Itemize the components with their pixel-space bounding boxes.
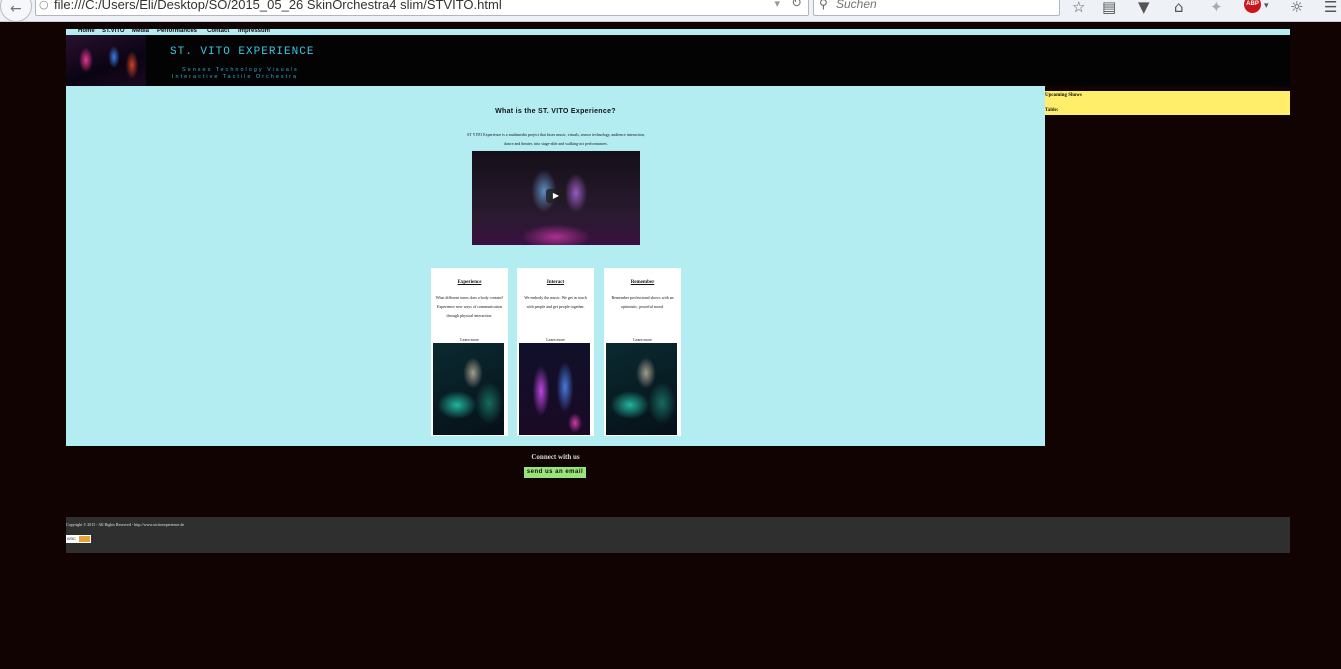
site-header: ST. VITO EXPERIENCE Senses Technology Vi… xyxy=(66,35,1290,86)
w3c-badge[interactable]: W3C xyxy=(66,535,91,543)
copyright-text: Copyright © 2015 - All Rights Reserved -… xyxy=(66,522,185,527)
site-footer: Copyright © 2015 - All Rights Reserved -… xyxy=(66,517,1290,553)
card-remember: Remember Remember professional shows wit… xyxy=(604,268,681,436)
w3c-badge-text: W3C xyxy=(67,536,76,541)
upcoming-shows-panel: Upcoming Shows Table: xyxy=(1045,91,1290,115)
page-heading: What is the ST. VITO Experience? xyxy=(495,108,616,115)
address-bar[interactable]: ○ file:///C:/Users/Eli/Desktop/SO/2015_0… xyxy=(35,0,809,16)
play-icon[interactable]: ▶ xyxy=(546,189,566,203)
learn-more-link[interactable]: Learn more xyxy=(517,337,594,342)
upcoming-shows-heading: Upcoming Shows xyxy=(1045,93,1082,98)
site-title: ST. VITO EXPERIENCE xyxy=(170,46,315,58)
nav-contact[interactable]: Contact xyxy=(207,28,229,34)
browser-toolbar: ← ○ file:///C:/Users/Eli/Desktop/SO/2015… xyxy=(0,0,1341,22)
connect-heading: Connect with us xyxy=(531,453,580,461)
pocket-icon[interactable]: ▼ xyxy=(1138,0,1150,16)
table-label: Table: xyxy=(1045,108,1059,113)
tagline-line-1: Senses Technology Visuals xyxy=(182,67,299,73)
home-icon[interactable]: ⌂ xyxy=(1174,0,1184,16)
card-interact: Interact We embody the music. We get in … xyxy=(517,268,594,436)
nav-impressum[interactable]: Impressum xyxy=(238,28,270,34)
search-bar[interactable]: ⚲ xyxy=(813,0,1060,16)
tagline-line-2: Interactive Tactile Orchestra xyxy=(172,74,299,80)
nav-st-vito[interactable]: ST.VITO xyxy=(102,28,125,34)
intro-text: ST VITO Experience is a multimedia proje… xyxy=(467,132,645,146)
dropdown-arrow-icon[interactable]: ▾ xyxy=(774,0,780,10)
nav-home[interactable]: Home xyxy=(78,28,95,34)
card-experience: Experience What different tones does a b… xyxy=(431,268,508,436)
back-button[interactable]: ← xyxy=(0,0,32,22)
url-text: file:///C:/Users/Eli/Desktop/SO/2015_05_… xyxy=(54,0,502,12)
card-title[interactable]: Experience xyxy=(431,280,508,285)
card-image xyxy=(433,343,504,435)
main-content: What is the ST. VITO Experience? ST VITO… xyxy=(66,86,1045,446)
bookmarks-list-icon[interactable]: ▤ xyxy=(1102,0,1116,16)
card-text: Remember professional shows with an opti… xyxy=(611,295,674,309)
search-icon: ⚲ xyxy=(819,0,828,11)
card-text: What different tones does a body contain… xyxy=(435,295,504,318)
card-text: We embody the music. We get in touch wit… xyxy=(524,295,587,309)
reload-icon[interactable]: ↻ xyxy=(791,0,802,11)
video-player[interactable]: ▶ xyxy=(472,151,640,245)
page-icon: ○ xyxy=(39,0,49,11)
bookmark-star-icon[interactable]: ☆ xyxy=(1072,0,1085,16)
card-image xyxy=(519,343,590,435)
nav-performances[interactable]: Performances xyxy=(157,28,197,34)
send-email-button[interactable]: send us an email xyxy=(524,467,586,478)
nav-media[interactable]: Media xyxy=(132,28,149,34)
card-title[interactable]: Remember xyxy=(604,280,681,285)
card-image xyxy=(606,343,677,435)
menu-icon[interactable]: ☰ xyxy=(1324,0,1337,16)
adblock-dropdown-icon[interactable]: ▾ xyxy=(1264,1,1269,11)
chat-icon[interactable]: ☼ xyxy=(1290,0,1303,16)
card-title[interactable]: Interact xyxy=(517,280,594,285)
addon-icon[interactable]: ✦ xyxy=(1210,0,1223,16)
learn-more-link[interactable]: Learn more xyxy=(604,337,681,342)
adblock-icon[interactable]: ABP xyxy=(1244,0,1261,13)
search-input[interactable] xyxy=(836,0,1046,11)
learn-more-link[interactable]: Learn more xyxy=(431,337,508,342)
header-image xyxy=(66,35,146,86)
back-arrow-icon: ← xyxy=(10,1,22,17)
